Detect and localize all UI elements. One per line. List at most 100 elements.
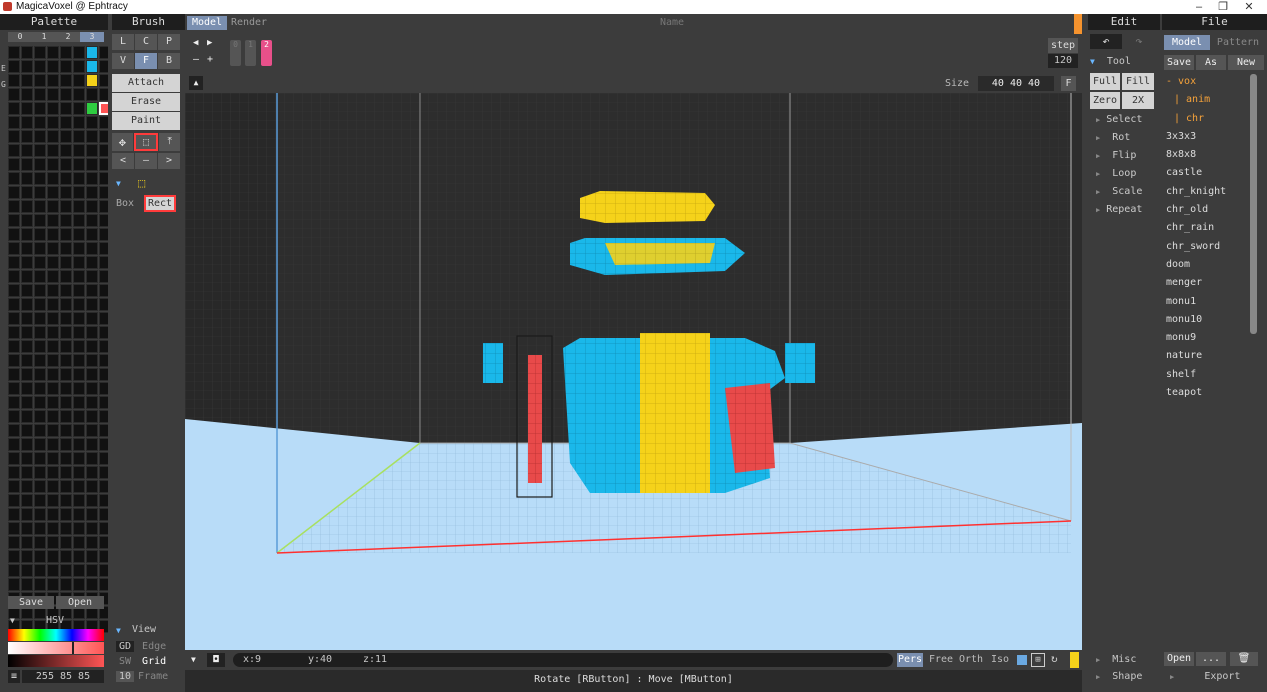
color-swatch[interactable] xyxy=(73,158,85,171)
color-swatch[interactable] xyxy=(21,242,33,255)
zero-button[interactable]: Zero xyxy=(1090,92,1120,109)
color-swatch[interactable] xyxy=(73,74,85,87)
color-swatch[interactable] xyxy=(8,354,20,367)
color-swatch[interactable] xyxy=(60,452,72,465)
color-swatch[interactable] xyxy=(60,102,72,115)
palette-tab-3[interactable]: 3 xyxy=(80,32,104,42)
brush-mode-l[interactable]: L xyxy=(112,34,134,50)
move-icon[interactable]: ✥ xyxy=(112,133,133,151)
color-swatch[interactable] xyxy=(86,284,98,297)
color-swatch[interactable] xyxy=(73,144,85,157)
color-swatch[interactable] xyxy=(60,382,72,395)
color-swatch[interactable] xyxy=(47,270,59,283)
view-row-0[interactable]: GD Edge xyxy=(116,640,180,654)
color-swatch[interactable] xyxy=(21,368,33,381)
color-swatch[interactable] xyxy=(34,452,46,465)
color-swatch[interactable] xyxy=(60,536,72,549)
color-swatch[interactable] xyxy=(60,480,72,493)
color-swatch[interactable] xyxy=(47,102,59,115)
color-swatch[interactable] xyxy=(8,200,20,213)
tool-flip[interactable]: ▶ Flip xyxy=(1082,147,1160,165)
color-swatch[interactable] xyxy=(73,368,85,381)
color-swatch[interactable] xyxy=(60,578,72,591)
view-grid-toggle[interactable]: Grid xyxy=(142,656,166,667)
color-swatch[interactable] xyxy=(73,60,85,73)
color-mode-row[interactable]: ▼ HSV xyxy=(0,614,108,627)
color-swatch[interactable] xyxy=(8,522,20,535)
color-swatch[interactable] xyxy=(60,410,72,423)
color-swatch[interactable] xyxy=(86,340,98,353)
color-swatch[interactable] xyxy=(47,550,59,563)
color-swatch[interactable] xyxy=(47,186,59,199)
color-swatch[interactable] xyxy=(8,550,20,563)
color-swatch[interactable] xyxy=(73,382,85,395)
color-swatch[interactable] xyxy=(21,452,33,465)
color-swatch[interactable] xyxy=(21,298,33,311)
file-tab-pattern[interactable]: Pattern xyxy=(1212,35,1264,50)
tool-select[interactable]: ▶ Select xyxy=(1082,111,1160,129)
color-swatch[interactable] xyxy=(34,284,46,297)
file-save-as-button[interactable]: As xyxy=(1196,55,1226,70)
color-swatch[interactable] xyxy=(21,256,33,269)
color-swatch[interactable] xyxy=(8,172,20,185)
color-swatch[interactable] xyxy=(86,382,98,395)
color-swatch[interactable] xyxy=(21,60,33,73)
color-swatch[interactable] xyxy=(8,298,20,311)
palette-open-button[interactable]: Open xyxy=(56,596,104,609)
attach-button[interactable]: Attach xyxy=(112,74,180,92)
color-swatch[interactable] xyxy=(60,368,72,381)
hue-bar[interactable] xyxy=(8,629,104,641)
color-swatch[interactable] xyxy=(86,312,98,325)
color-swatch[interactable] xyxy=(60,298,72,311)
floor-toggle-icon[interactable] xyxy=(1017,655,1027,665)
file-item[interactable]: chr_rain xyxy=(1160,219,1250,237)
color-swatch[interactable] xyxy=(47,480,59,493)
color-swatch[interactable] xyxy=(34,536,46,549)
color-swatch[interactable] xyxy=(34,116,46,129)
tool-repeat[interactable]: ▶ Repeat xyxy=(1082,201,1160,219)
color-swatch[interactable] xyxy=(34,466,46,479)
collapse-arrow-icon[interactable]: ▼ xyxy=(116,179,121,188)
nav-next-button[interactable]: > xyxy=(158,153,180,169)
color-swatch[interactable] xyxy=(60,256,72,269)
color-swatch[interactable] xyxy=(34,550,46,563)
palette-tab-2[interactable]: 2 xyxy=(56,32,80,42)
color-swatch[interactable] xyxy=(8,88,20,101)
file-tab-model[interactable]: Model xyxy=(1164,35,1210,50)
color-swatch[interactable] xyxy=(73,438,85,451)
color-swatch[interactable] xyxy=(86,396,98,409)
color-swatch[interactable] xyxy=(21,130,33,143)
color-swatch[interactable] xyxy=(8,466,20,479)
maximize-button[interactable]: ❐ xyxy=(1212,0,1234,14)
tab-render[interactable]: Render xyxy=(229,16,269,30)
color-swatch[interactable] xyxy=(21,564,33,577)
color-swatch[interactable] xyxy=(73,172,85,185)
color-swatch[interactable] xyxy=(34,564,46,577)
color-swatch[interactable] xyxy=(60,200,72,213)
color-swatch[interactable] xyxy=(34,298,46,311)
erase-button[interactable]: Erase xyxy=(112,93,180,111)
color-swatch-grid[interactable] xyxy=(8,46,111,633)
color-swatch[interactable] xyxy=(34,382,46,395)
color-swatch[interactable] xyxy=(73,396,85,409)
color-swatch[interactable] xyxy=(86,298,98,311)
view-gd-toggle[interactable]: GD xyxy=(116,641,135,652)
color-swatch[interactable] xyxy=(21,102,33,115)
color-swatch[interactable] xyxy=(86,326,98,339)
file-item[interactable]: monu10 xyxy=(1160,311,1250,329)
color-swatch[interactable] xyxy=(21,144,33,157)
file-item[interactable]: 8x8x8 xyxy=(1160,146,1250,164)
color-swatch[interactable] xyxy=(47,424,59,437)
color-swatch[interactable] xyxy=(34,438,46,451)
palette-tab-1[interactable]: 1 xyxy=(32,32,56,42)
file-list-scrollbar[interactable] xyxy=(1250,74,1257,334)
camera-icon[interactable]: ◘ xyxy=(207,653,225,667)
color-swatch[interactable] xyxy=(21,46,33,59)
color-swatch[interactable] xyxy=(86,536,98,549)
color-swatch[interactable] xyxy=(21,578,33,591)
color-swatch[interactable] xyxy=(86,158,98,171)
color-swatch[interactable] xyxy=(47,522,59,535)
file-save-button[interactable]: Save xyxy=(1164,55,1194,70)
color-swatch[interactable] xyxy=(73,564,85,577)
color-swatch[interactable] xyxy=(86,200,98,213)
